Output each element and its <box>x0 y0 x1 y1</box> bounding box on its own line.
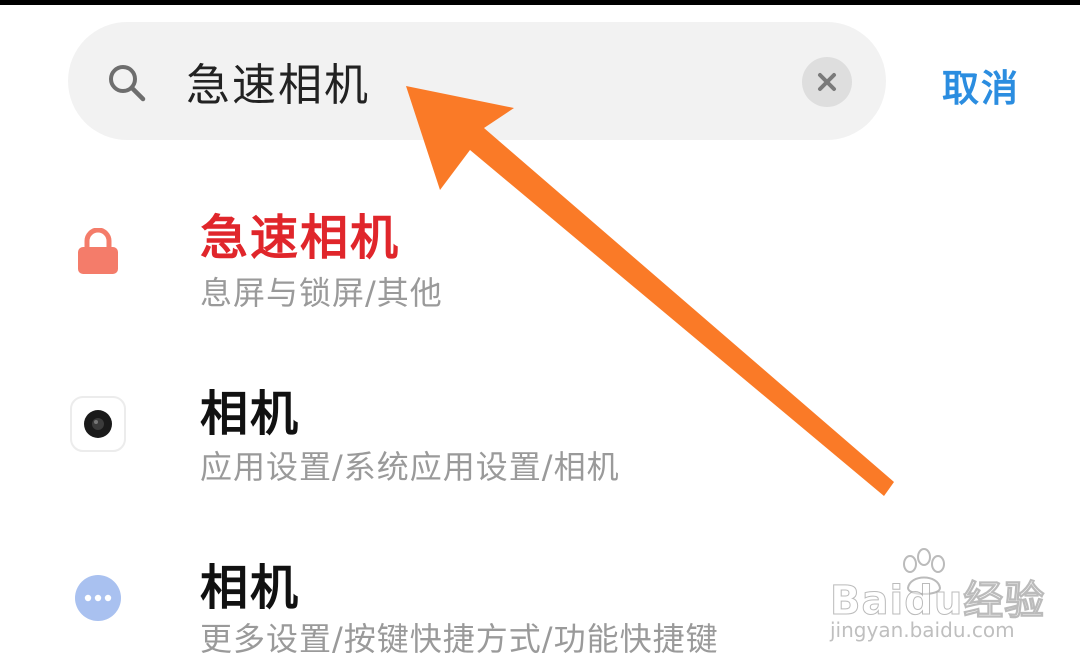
search-icon <box>109 65 146 102</box>
cancel-button[interactable]: 取消 <box>942 62 1020 116</box>
result-path: 应用设置/系统应用设置/相机 <box>200 448 620 486</box>
list-item[interactable]: 相机 应用设置/系统应用设置/相机 <box>0 356 1080 496</box>
list-item[interactable]: 急速相机 息屏与锁屏/其他 <box>0 180 1080 320</box>
close-icon <box>818 73 836 91</box>
lock-icon <box>78 228 118 274</box>
result-path: 更多设置/按键快捷方式/功能快捷键 <box>200 620 719 658</box>
camera-icon <box>70 396 126 452</box>
clear-search-button[interactable] <box>802 57 852 107</box>
search-input[interactable]: 急速相机 <box>186 56 370 116</box>
result-title: 相机 <box>200 560 301 616</box>
watermark-url: jingyan.baidu.com <box>830 618 1015 642</box>
more-icon <box>75 575 121 621</box>
result-path: 息屏与锁屏/其他 <box>200 274 443 312</box>
status-bar-edge <box>0 0 1080 5</box>
watermark: Baidu经验 jingyan.baidu.com <box>829 548 1045 648</box>
result-title: 相机 <box>200 386 301 442</box>
result-title: 急速相机 <box>200 210 401 266</box>
